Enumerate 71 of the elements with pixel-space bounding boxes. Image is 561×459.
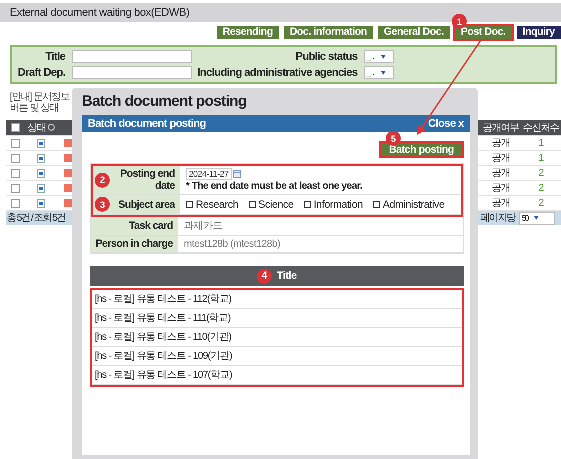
table-cell-text: 공개 [491,152,511,165]
date-note: * The end date must be at least one year. [186,181,364,192]
column-header: 공개여부 [482,122,520,134]
column-header: 상태 [27,122,47,134]
table-cell-text: 2 [538,182,545,194]
field-label: Task card [129,220,173,232]
total-count: 총 5건 / 조회 5건 [7,212,66,225]
checkbox[interactable] [10,138,20,148]
page-title: External document waiting box(EDWB) [10,6,190,18]
dropdown-caret-icon [380,70,386,74]
checkbox[interactable] [186,201,193,208]
select-field[interactable]: _ . [364,50,394,63]
field-label: Title [44,50,66,62]
step-badge: 4 [257,268,272,284]
checkbox[interactable] [10,198,20,208]
checkbox[interactable] [10,168,20,178]
toolbar-button[interactable]: Inquiry [516,26,561,39]
field-label: Draft Dep. [18,66,66,78]
input-field[interactable] [72,66,192,79]
document-title: [hs - 로컬] 유통 테스트 - 110(기관) [95,331,232,344]
document-title: [hs - 로컬] 유통 테스트 - 112(학교) [95,293,232,306]
field-label: Subject area [118,198,175,210]
option-label: Information [314,198,364,210]
table-cell-text: 공개 [491,182,511,195]
field-label: Including administrative agencies [198,66,358,78]
document-title: [hs - 로컬] 유통 테스트 - 107(학교) [95,369,232,382]
checkbox[interactable] [304,201,311,208]
checkbox[interactable] [10,154,20,162]
field-value: 과제카드 [184,220,224,233]
table-cell-text: 공개 [491,197,511,210]
table-cell-text: 1 [538,152,545,164]
field-label: Person in charge [96,238,173,250]
table-cell-text: 공개 [491,167,511,180]
per-page-select[interactable]: 50 [519,212,555,224]
toolbar-button[interactable]: Resending [216,26,279,39]
checkbox[interactable] [373,201,380,208]
table-cell-text: 1 [538,138,545,148]
dropdown-caret-icon [380,54,386,58]
toolbar-button[interactable]: Doc. information [284,26,373,39]
toolbar-button[interactable]: Post Doc. [454,26,512,39]
info-icon [48,124,55,131]
column-header: 수신처수 [522,122,560,134]
modal-title: Batch document posting [82,93,248,110]
notice-text: [안내] 문서정보 버튼 및 상태 [10,92,71,114]
checkbox[interactable] [10,184,20,192]
input-field[interactable] [72,50,192,63]
dropdown-caret-icon [534,216,540,220]
table-cell-text: 2 [538,168,545,178]
document-title: [hs - 로컬] 유통 테스트 - 111(학교) [95,312,231,325]
per-page-label: 페이지당 [480,212,515,225]
field-label: Posting end date [119,168,175,192]
field-label: Public status [294,50,358,62]
option-label: Administrative [383,198,445,210]
dialog-title: Batch document posting [88,118,206,130]
checkbox[interactable] [248,201,256,208]
toolbar-button[interactable]: General Doc. [378,26,450,39]
select-field[interactable]: _ . [364,66,394,79]
field-value: mtest128b (mtest128b) [184,238,282,250]
select-all-checkbox[interactable] [10,123,20,132]
step-badge: 2 [95,172,110,188]
date-field[interactable]: 2024-11-27 [186,168,232,180]
step-badge: 3 [95,197,110,212]
calendar-icon[interactable] [232,170,241,178]
close-button[interactable]: Close x [428,118,464,130]
table-cell-text: 2 [538,198,545,208]
document-title: [hs - 로컬] 유통 테스트 - 109(기관) [95,350,232,363]
option-label: Science [258,198,294,210]
column-header: Title [277,270,297,282]
option-label: Research [196,198,239,210]
batch-posting-button[interactable]: Batch posting [379,141,464,158]
table-cell-text: 공개 [491,137,511,150]
